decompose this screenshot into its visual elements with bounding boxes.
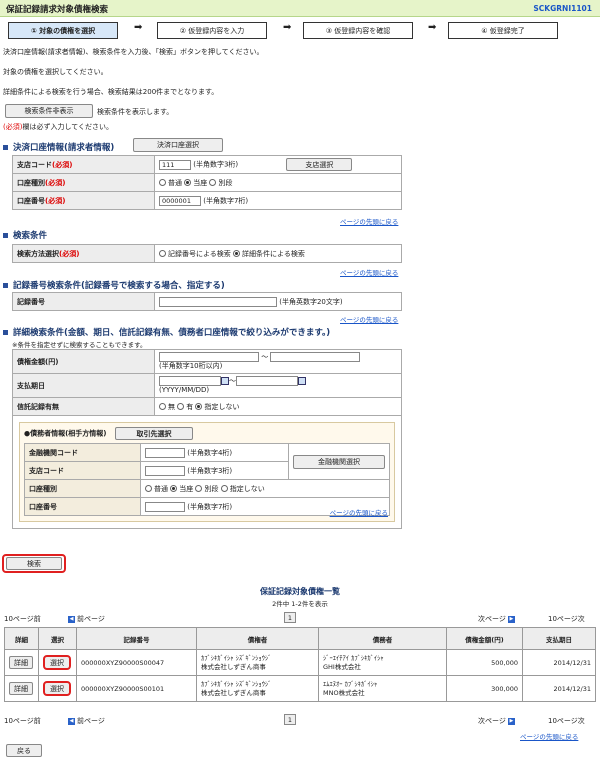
- table-row: 詳細 選択 000000XYZ90000S00101 ｶﾌﾞｼｷｶﾞｲｼｬ ｼｽ…: [4, 675, 596, 702]
- step-arrow-icon: ➡: [283, 22, 292, 33]
- back-to-top-link[interactable]: ページの先頭に戻る: [340, 267, 398, 277]
- toggle-text: 検索条件を表示します。: [97, 108, 174, 116]
- required-note: 欄は必ず入力してください。: [22, 123, 114, 131]
- bank-select-button[interactable]: 金融機関選択: [293, 454, 385, 469]
- prev-icon[interactable]: ◀: [68, 717, 75, 725]
- prev-link[interactable]: 前ページ: [77, 717, 105, 725]
- calendar-icon[interactable]: [221, 377, 229, 385]
- results-table: 詳細 選択 記録番号 債権者 債務者 債権金額(円) 支払期日 詳細 選択 00…: [4, 627, 596, 702]
- amount-from-input[interactable]: [159, 352, 259, 362]
- next-icon[interactable]: ▶: [507, 717, 515, 725]
- step-2: ② 仮登録内容を入力: [157, 22, 267, 39]
- back-to-top-link[interactable]: ページの先頭に戻る: [340, 314, 398, 324]
- account-table: 支店コード(必須) 111 (半角数字3桁) 支店選択 口座種別(必須) 普通 …: [12, 155, 402, 210]
- account-section-title: 決済口座情報(請求者情報): [3, 141, 114, 153]
- debtor-account-input[interactable]: [145, 501, 185, 512]
- prev10-link[interactable]: 10ページ前: [4, 614, 41, 624]
- record-section-title: 記録番号検索条件(記録番号で検索する場合、指定する): [3, 279, 225, 291]
- intro-text-2: 対象の債権を選択してください。: [3, 68, 108, 76]
- step-arrow-icon: ➡: [428, 22, 437, 33]
- select-button[interactable]: 選択: [43, 681, 71, 696]
- step-4: ④ 仮登録完了: [448, 22, 558, 39]
- back-to-top-link[interactable]: ページの先頭に戻る: [520, 731, 578, 741]
- record-number-input[interactable]: [159, 296, 277, 307]
- detail-section-title: 詳細検索条件(金額、期日、信託記録有無、債務者口座情報で絞り込みができます。): [3, 326, 330, 338]
- due-from-input[interactable]: [159, 376, 221, 386]
- next-icon[interactable]: ▶: [507, 615, 515, 623]
- back-button[interactable]: 戻る: [6, 744, 42, 757]
- screen-id: SCKGRNI1101: [533, 4, 592, 13]
- search-method-radio[interactable]: [159, 250, 166, 257]
- detail-button[interactable]: 詳細: [9, 656, 33, 669]
- debtor-type-radio[interactable]: [220, 485, 228, 492]
- detail-button[interactable]: 詳細: [9, 682, 33, 695]
- account-number-input[interactable]: 0000001: [159, 195, 201, 206]
- page-title: 保証記録請求対象債権検索: [6, 5, 109, 15]
- next10-link[interactable]: 10ページ次: [548, 614, 585, 624]
- prev-link[interactable]: 前ページ: [77, 615, 105, 623]
- step-1: ① 対象の債権を選択: [8, 22, 118, 39]
- trust-radio[interactable]: [159, 403, 166, 410]
- search-button[interactable]: 検索: [6, 557, 62, 570]
- step-arrow-icon: ➡: [134, 22, 143, 33]
- amount-to-input[interactable]: [270, 352, 361, 362]
- branch-select-button[interactable]: 支店選択: [286, 158, 353, 171]
- account-type-radio[interactable]: [159, 179, 166, 186]
- partner-select-button[interactable]: 取引先選択: [114, 427, 193, 440]
- debtor-type-radio[interactable]: [145, 485, 152, 492]
- table-row: 詳細 選択 000000XYZ90000S00047 ｶﾌﾞｼｷｶﾞｲｼｬ ｼｽ…: [4, 649, 596, 676]
- due-to-input[interactable]: [236, 376, 298, 386]
- account-type-radio[interactable]: [184, 179, 192, 186]
- page-button[interactable]: 1: [284, 612, 296, 623]
- account-select-button[interactable]: 決済口座選択: [133, 138, 223, 152]
- results-title: 保証記録対象債権一覧: [260, 587, 340, 596]
- debtor-type-radio[interactable]: [170, 485, 178, 492]
- branch-label: 支店コード: [17, 160, 52, 169]
- account-type-radio[interactable]: [209, 179, 217, 186]
- trust-radio[interactable]: [195, 403, 203, 410]
- back-to-top-link[interactable]: ページの先頭に戻る: [340, 216, 398, 226]
- intro-text-3: 詳細条件による検索を行う場合、検索結果は200件までとなります。: [3, 88, 219, 96]
- search-cond-title: 検索条件: [3, 229, 47, 241]
- back-to-top-link[interactable]: ページの先頭に戻る: [330, 507, 388, 517]
- prev10-link[interactable]: 10ページ前: [4, 716, 41, 726]
- debtor-info-title: ●債務者情報(相手方情報): [24, 429, 107, 438]
- required-mark: (必須): [3, 123, 23, 131]
- trust-radio[interactable]: [177, 403, 185, 410]
- intro-text-1: 決済口座情報(請求者情報)、検索条件を入力後、「検索」ボタンを押してください。: [3, 48, 264, 56]
- calendar-icon[interactable]: [298, 377, 306, 385]
- debtor-branch-input[interactable]: [145, 465, 185, 476]
- bank-code-input[interactable]: [145, 447, 185, 458]
- prev-icon[interactable]: ◀: [68, 615, 75, 623]
- debtor-type-radio[interactable]: [195, 485, 203, 492]
- next-link[interactable]: 次ページ: [478, 615, 506, 623]
- title-bar: 保証記録請求対象債権検索 SCKGRNI1101: [0, 0, 600, 17]
- next10-link[interactable]: 10ページ次: [548, 716, 585, 726]
- next-link[interactable]: 次ページ: [478, 717, 506, 725]
- results-count: 2件中 1-2件を表示: [272, 600, 328, 608]
- step-3: ③ 仮登録内容を確認: [303, 22, 413, 39]
- toggle-conditions-button[interactable]: 検索条件非表示: [5, 104, 93, 118]
- branch-code-input[interactable]: 111: [159, 159, 191, 170]
- detail-note: ※条件を指定せずに検索することもできます。: [12, 341, 147, 349]
- page-button[interactable]: 1: [284, 714, 296, 725]
- select-button[interactable]: 選択: [43, 655, 71, 670]
- search-method-radio[interactable]: [233, 250, 241, 257]
